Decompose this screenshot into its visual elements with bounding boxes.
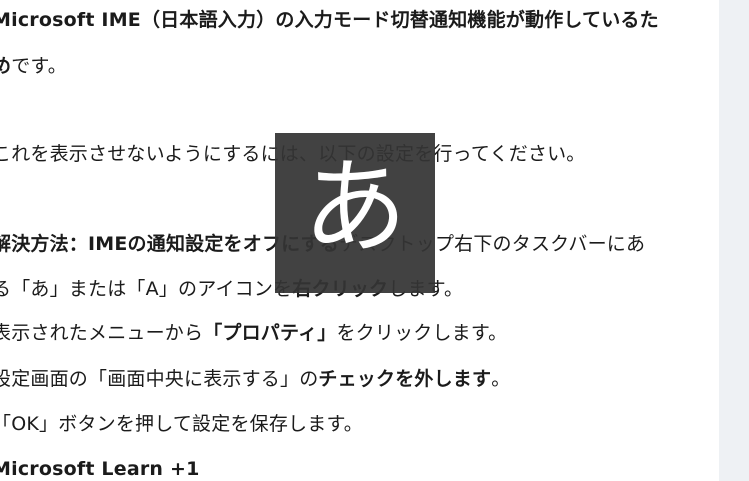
step2-part1: 表示されたメニューから	[0, 322, 204, 344]
intro-line-1: Microsoft IME（日本語入力）の入力モード切替通知機能が動作しているた	[0, 9, 659, 31]
step3-line: 設定画面の「画面中央に表示する」のチェックを外します。	[0, 366, 510, 392]
step1-part2: る「あ」または「A」のアイコンを	[0, 278, 293, 300]
step2-part2: をクリックします。	[336, 322, 508, 344]
hiragana-a-icon: あ	[302, 146, 407, 268]
step3-bold: チェックを外します	[318, 368, 492, 390]
source-citation[interactable]: Microsoft Learn +1	[0, 456, 200, 481]
ime-mode-indicator: あ	[275, 133, 435, 293]
step2-bold: 「プロパティ」	[203, 322, 337, 344]
step3-part2: 。	[491, 368, 511, 390]
step4-line: 「OK」ボタンを押して設定を保存します。	[0, 413, 363, 435]
intro-line-2-bold: め	[0, 55, 12, 77]
intro-line-2: めです。	[0, 53, 67, 79]
intro-line-2-rest: です。	[11, 55, 67, 77]
step2-line: 表示されたメニューから「プロパティ」をクリックします。	[0, 320, 507, 346]
step3-part1: 設定画面の「画面中央に表示する」の	[0, 368, 319, 390]
